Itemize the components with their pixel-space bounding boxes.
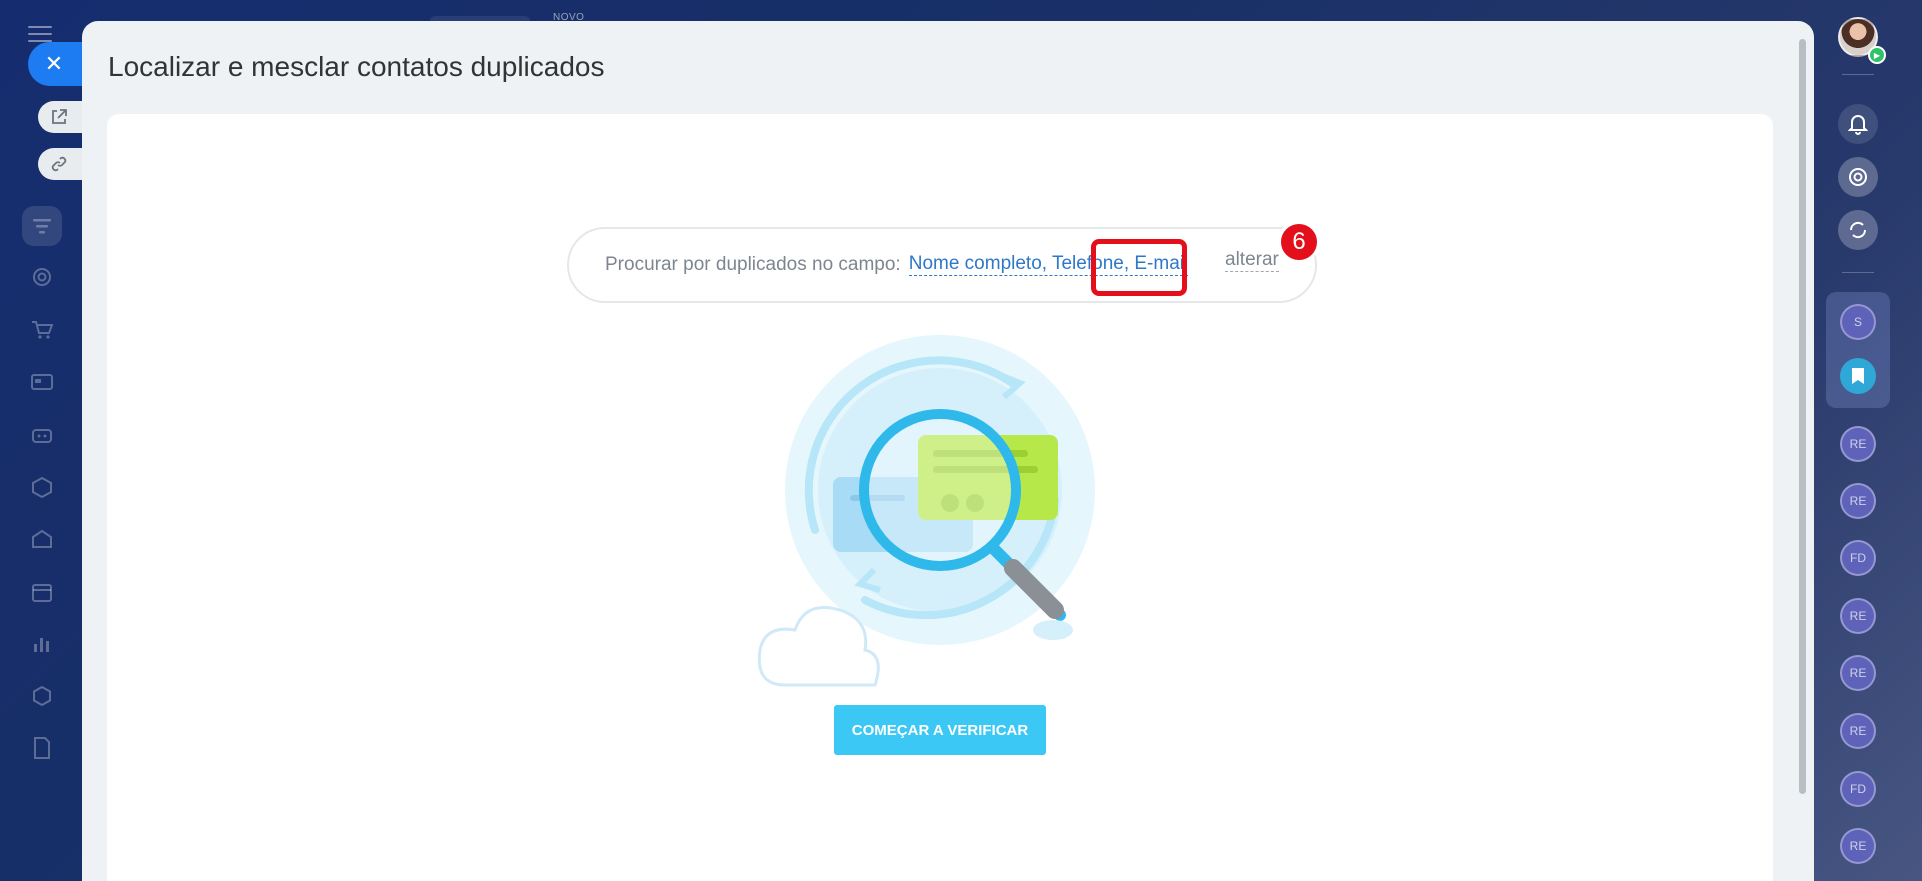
duplicate-search-illustration bbox=[757, 335, 1095, 687]
target-icon[interactable] bbox=[22, 257, 62, 297]
bookmark-icon[interactable] bbox=[1840, 358, 1876, 394]
search-field-selector: Procurar por duplicados no campo: Nome c… bbox=[567, 227, 1317, 303]
warehouse-icon[interactable] bbox=[22, 519, 62, 559]
contact-card-icon[interactable] bbox=[22, 362, 62, 402]
page-title: Localizar e mesclar contatos duplicados bbox=[108, 51, 605, 82]
open-in-new-window-button[interactable] bbox=[38, 101, 86, 133]
scrollbar[interactable] bbox=[1799, 39, 1806, 794]
chat-chip[interactable]: FD bbox=[1840, 540, 1876, 576]
status-play-icon: ▶ bbox=[1868, 46, 1886, 64]
menu-icon[interactable] bbox=[28, 26, 52, 42]
link-icon bbox=[51, 156, 67, 172]
right-sidebar: ▶ S RE RE FD RE RE RE FD RE bbox=[1812, 0, 1922, 881]
chart-icon[interactable] bbox=[22, 624, 62, 664]
open-in-new-window-icon bbox=[52, 109, 67, 124]
box-icon[interactable] bbox=[22, 467, 62, 507]
divider bbox=[1842, 272, 1874, 273]
chat-chip[interactable]: FD bbox=[1840, 771, 1876, 807]
divider bbox=[1842, 74, 1874, 75]
settings-icon[interactable] bbox=[22, 676, 62, 716]
chat-chip[interactable]: RE bbox=[1840, 598, 1876, 634]
document-icon[interactable] bbox=[22, 728, 62, 768]
bell-icon[interactable] bbox=[1838, 104, 1878, 144]
refresh-chat-icon[interactable] bbox=[1838, 210, 1878, 250]
chat-chip[interactable]: RE bbox=[1840, 483, 1876, 519]
chat-chip[interactable]: S bbox=[1840, 304, 1876, 340]
chat-chip[interactable]: RE bbox=[1840, 426, 1876, 462]
close-button[interactable]: ✕ bbox=[28, 42, 86, 86]
robot-icon[interactable] bbox=[22, 414, 62, 454]
start-checking-button[interactable]: COMEÇAR A VERIFICAR bbox=[834, 705, 1046, 755]
chat-chip[interactable]: RE bbox=[1840, 713, 1876, 749]
chat-chip[interactable]: RE bbox=[1840, 655, 1876, 691]
copilot-icon[interactable] bbox=[1838, 157, 1878, 197]
step-badge: 6 bbox=[1278, 221, 1320, 263]
cart-icon[interactable] bbox=[22, 310, 62, 350]
funnel-icon[interactable] bbox=[22, 206, 62, 246]
close-icon: ✕ bbox=[44, 51, 64, 76]
search-prompt: Procurar por duplicados no campo: bbox=[605, 254, 901, 275]
copy-link-button[interactable] bbox=[38, 148, 86, 180]
change-fields-link[interactable]: alterar bbox=[1225, 249, 1279, 272]
chat-chip[interactable]: RE bbox=[1840, 828, 1876, 864]
calendar-icon[interactable] bbox=[22, 572, 62, 612]
highlight-box bbox=[1091, 239, 1187, 296]
